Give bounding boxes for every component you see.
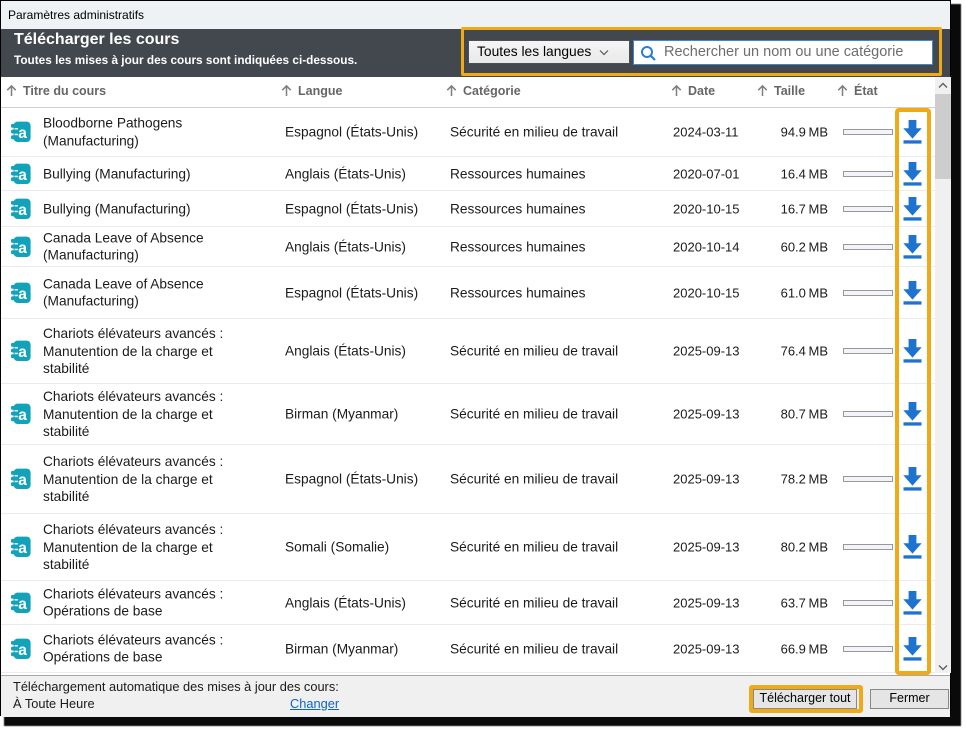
svg-text:a: a — [18, 472, 27, 489]
svg-text:a: a — [18, 540, 27, 557]
svg-text:a: a — [18, 286, 27, 303]
svg-text:a: a — [18, 344, 27, 361]
svg-text:a: a — [18, 407, 27, 424]
svg-text:a: a — [18, 125, 27, 142]
svg-text:a: a — [18, 167, 27, 184]
svg-text:a: a — [18, 240, 27, 257]
svg-text:a: a — [18, 642, 27, 659]
svg-text:a: a — [18, 202, 27, 219]
svg-text:a: a — [18, 596, 27, 613]
